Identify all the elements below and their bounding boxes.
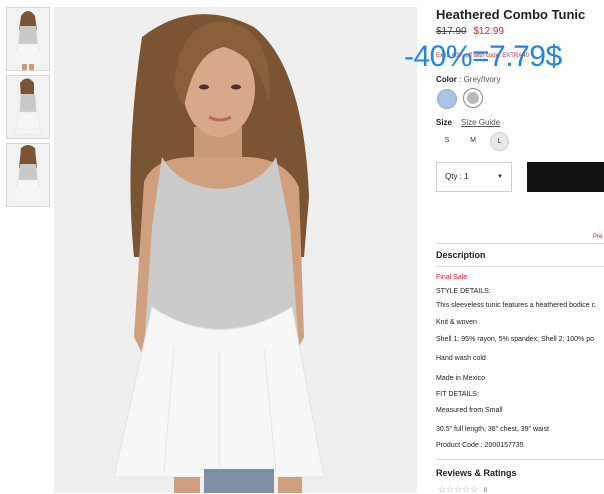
fabric-text: Knit & woven <box>436 319 477 326</box>
size-label: Size <box>436 118 453 127</box>
sale-price: $12.99 <box>473 26 504 37</box>
review-count: 0 <box>483 488 488 494</box>
color-label-text: Color <box>436 75 457 84</box>
thumbnail-back[interactable] <box>6 143 50 207</box>
care-text: Hand wash cold <box>436 355 486 362</box>
thumbnail-front[interactable] <box>6 7 50 71</box>
style-text: This sleeveless tunic features a heather… <box>436 302 596 309</box>
main-product-image[interactable] <box>54 7 417 493</box>
thumbnail-side[interactable] <box>6 75 50 139</box>
size-option-l[interactable]: L <box>490 132 509 151</box>
style-details-heading: STYLE DETAILS: <box>436 288 491 295</box>
swatch-light-blue[interactable] <box>437 89 457 109</box>
quantity-select[interactable]: Qty : 1 ▼ <box>436 162 512 192</box>
product-code: Product Code : 2000157735 <box>436 442 524 449</box>
content-text: Shell 1: 95% rayon, 5% spandex; Shell 2:… <box>436 336 594 343</box>
size-option-s[interactable]: S <box>438 132 456 150</box>
product-info-panel: Heathered Combo Tunic $17.90 $12.99 Extr… <box>436 0 604 494</box>
color-label: Color : Grey/Ivory <box>436 75 500 84</box>
discount-annotation: -40%=7.79$ <box>404 40 562 73</box>
wishlist-link[interactable]: Pre <box>593 234 602 240</box>
final-sale-label: Final Sale <box>436 274 468 281</box>
fit-size-text: Measured from Small <box>436 407 503 414</box>
price-row: $17.90 $12.99 <box>436 26 504 37</box>
fit-details-heading: FIT DETAILS: <box>436 391 479 398</box>
size-options: S M L <box>436 132 516 151</box>
swatch-grey[interactable] <box>463 88 483 108</box>
divider <box>436 459 604 460</box>
reviews-heading[interactable]: Reviews & Ratings <box>436 468 517 478</box>
divider <box>436 266 604 267</box>
size-option-m[interactable]: M <box>464 132 482 150</box>
measurements-text: 30.5" full length, 36" chest, 39" waist <box>436 426 549 433</box>
original-price: $17.90 <box>436 26 467 37</box>
rating-stars: ☆☆☆☆☆ 0 <box>438 484 487 494</box>
caret-down-icon: ▼ <box>497 174 503 180</box>
divider <box>436 243 604 244</box>
star-icons: ☆☆☆☆☆ <box>438 484 479 494</box>
add-to-bag-button[interactable] <box>527 162 604 192</box>
color-value: : Grey/Ivory <box>459 75 501 84</box>
origin-text: Made in Mexico <box>436 375 486 382</box>
size-guide-link[interactable]: Size Guide <box>461 118 500 127</box>
description-heading[interactable]: Description <box>436 250 486 260</box>
thumbnail-strip <box>6 7 50 211</box>
product-title: Heathered Combo Tunic <box>436 7 586 22</box>
quantity-value: Qty : 1 <box>445 172 469 181</box>
